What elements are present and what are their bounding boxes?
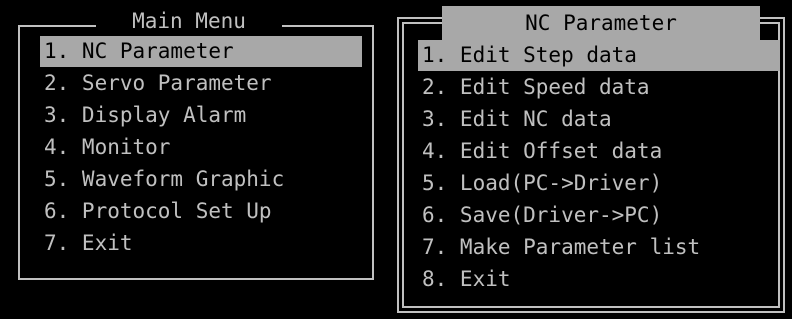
nc-item-exit[interactable]: 8. Exit: [418, 264, 780, 295]
nc-item-edit-offset-data[interactable]: 4. Edit Offset data: [418, 136, 780, 167]
main-menu-item-waveform-graphic[interactable]: 5. Waveform Graphic: [40, 164, 362, 195]
nc-parameter-title: NC Parameter: [442, 6, 760, 40]
main-menu-item-monitor[interactable]: 4. Monitor: [40, 132, 362, 163]
main-menu-title: Main Menu: [96, 5, 282, 37]
main-menu-item-nc-parameter[interactable]: 1. NC Parameter: [40, 36, 362, 67]
main-menu-item-display-alarm[interactable]: 3. Display Alarm: [40, 100, 362, 131]
nc-item-edit-speed-data[interactable]: 2. Edit Speed data: [418, 72, 780, 103]
nc-item-edit-nc-data[interactable]: 3. Edit NC data: [418, 104, 780, 135]
main-menu-item-protocol-set-up[interactable]: 6. Protocol Set Up: [40, 196, 362, 227]
main-menu-item-servo-parameter[interactable]: 2. Servo Parameter: [40, 68, 362, 99]
nc-item-load-pc-driver[interactable]: 5. Load(PC->Driver): [418, 168, 780, 199]
main-menu-item-exit[interactable]: 7. Exit: [40, 228, 362, 259]
nc-item-save-driver-pc[interactable]: 6. Save(Driver->PC): [418, 200, 780, 231]
nc-item-edit-step-data[interactable]: 1. Edit Step data: [418, 40, 780, 71]
nc-item-make-parameter-list[interactable]: 7. Make Parameter list: [418, 232, 780, 263]
